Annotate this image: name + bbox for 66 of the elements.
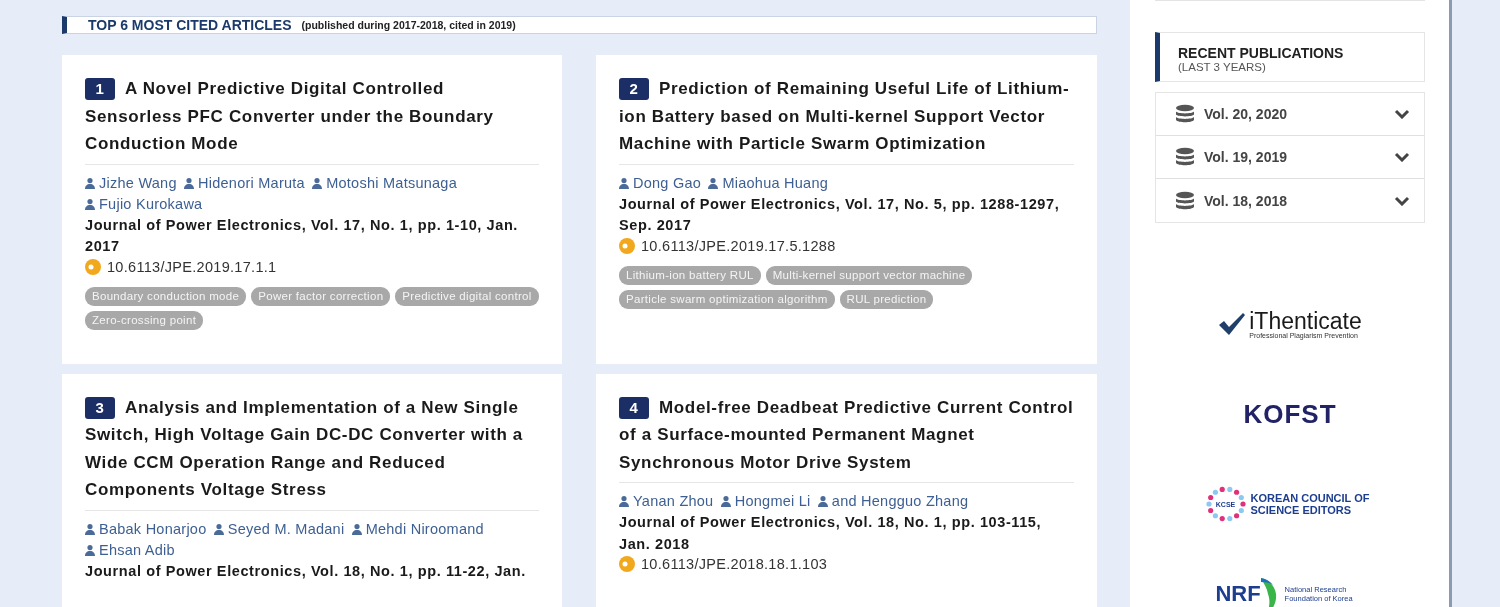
- volume-item[interactable]: Vol. 18, 2018: [1156, 179, 1424, 222]
- citation-text: Journal of Power Electronics, Vol. 17, No. 1, pp. 1-10, Jan. 2017: [85, 215, 519, 256]
- chevron-icon: [1394, 152, 1410, 162]
- author-link[interactable]: Motoshi Matsunaga: [312, 174, 457, 191]
- article-title[interactable]: 1 A Novel Predictive Digital Controlled Sensorless PFC Converter under the Boundary Conduction Mode: [85, 75, 539, 165]
- doi-link[interactable]: 10.6113/JPE.2019.17.5.1288: [641, 237, 836, 254]
- doi-icon: [619, 237, 635, 254]
- doi-icon: [85, 258, 101, 275]
- author-link[interactable]: Miaohua Huang: [708, 174, 829, 191]
- citation-text: Journal of Power Electronics, Vol. 18, No. 1, pp. 103-115, Jan. 2018: [619, 513, 1043, 554]
- user-icon: [619, 496, 629, 507]
- chevron-icon: [1394, 109, 1410, 119]
- article-title[interactable]: 4 Model-free Deadbeat Predictive Current Control of a Surface-mounted Permanent Magnet Synchronous Motor Drive System: [619, 393, 1074, 483]
- user-icon: [351, 523, 362, 535]
- logo-name: KOFST: [1243, 398, 1337, 430]
- database-icon: [1175, 190, 1195, 211]
- author-link[interactable]: Seyed M. Madani: [213, 520, 345, 537]
- author-link[interactable]: Jizhe Wang: [85, 174, 177, 191]
- user-icon: [85, 523, 95, 535]
- logo-name: NRF: [1215, 581, 1261, 607]
- article-title[interactable]: 2 Prediction of Remaining Useful Life of Lithium-ion Battery based on Multi-kernel Support Vector Machine with Particle Swarm Optimization: [619, 75, 1074, 165]
- user-icon: [213, 523, 224, 535]
- dotted-ring-icon: [1205, 486, 1246, 522]
- author-link[interactable]: Dong Gao: [619, 174, 702, 191]
- section-subtitle: (published during 2017-2018, cited in 2019): [301, 19, 516, 31]
- volume-label: Vol. 18, 2018: [1204, 192, 1288, 209]
- user-icon: [85, 177, 95, 189]
- author-link[interactable]: Fujio Kurokawa: [85, 195, 203, 212]
- logo-name: iThenticate: [1249, 309, 1362, 332]
- user-icon: [817, 496, 828, 507]
- citation-text: Journal of Power Electronics, Vol. 17, No. 5, pp. 1288-1297, Sep. 2017: [619, 194, 1061, 235]
- user-icon: [184, 177, 194, 189]
- author-link[interactable]: Yanan Zhou: [619, 493, 714, 509]
- section-title: TOP 6 MOST CITED ARTICLES: [88, 17, 292, 33]
- citation-text: Journal of Power Electronics, Vol. 18, No. 1, pp. 11-22, Jan.: [85, 561, 527, 581]
- doi-link[interactable]: 10.6113/JPE.2019.17.1.1: [107, 258, 277, 275]
- checkmark-icon: [1218, 312, 1247, 336]
- rank-badge: 1: [85, 78, 115, 100]
- logo-name: KOREAN COUNCIL OF SCIENCE EDITORS: [1250, 492, 1371, 516]
- volume-item[interactable]: Vol. 20, 2020: [1156, 93, 1424, 136]
- user-icon: [312, 177, 323, 189]
- user-icon: [708, 177, 719, 189]
- author-link[interactable]: and Hengguo Zhang: [817, 493, 969, 509]
- article-title[interactable]: 3 Analysis and Implementation of a New Single Switch, High Voltage Gain DC-DC Converter with a Wide CCM Operation Range and Reduced Components Voltage Stress: [85, 393, 539, 511]
- user-icon: [720, 496, 731, 507]
- database-icon: [1175, 147, 1195, 167]
- chevron-icon: [1394, 195, 1410, 206]
- doi-link[interactable]: 10.6113/JPE.2018.18.1.103: [641, 556, 828, 572]
- author-link[interactable]: Mehdi Niroomand: [351, 520, 484, 537]
- recent-title: RECENT PUBLICATIONS: [1178, 45, 1345, 61]
- database-icon: [1175, 104, 1195, 124]
- author-link[interactable]: Hidenori Maruta: [184, 174, 305, 191]
- author-link[interactable]: Ehsan Adib: [85, 541, 175, 558]
- author-link[interactable]: Babak Honarjoo: [85, 520, 207, 537]
- user-icon: [619, 177, 629, 189]
- doi-icon: [619, 556, 635, 572]
- author-link[interactable]: Hongmei Li: [720, 493, 811, 509]
- volume-label: Vol. 20, 2020: [1204, 106, 1288, 122]
- rank-badge: 4: [619, 396, 649, 419]
- recent-subtitle: (LAST 3 YEARS): [1178, 61, 1267, 73]
- rank-badge: 3: [85, 396, 115, 419]
- user-icon: [85, 198, 95, 210]
- volume-item[interactable]: Vol. 19, 2019: [1156, 136, 1424, 179]
- user-icon: [85, 544, 95, 556]
- volume-label: Vol. 19, 2019: [1204, 149, 1288, 165]
- rank-badge: 2: [619, 78, 649, 100]
